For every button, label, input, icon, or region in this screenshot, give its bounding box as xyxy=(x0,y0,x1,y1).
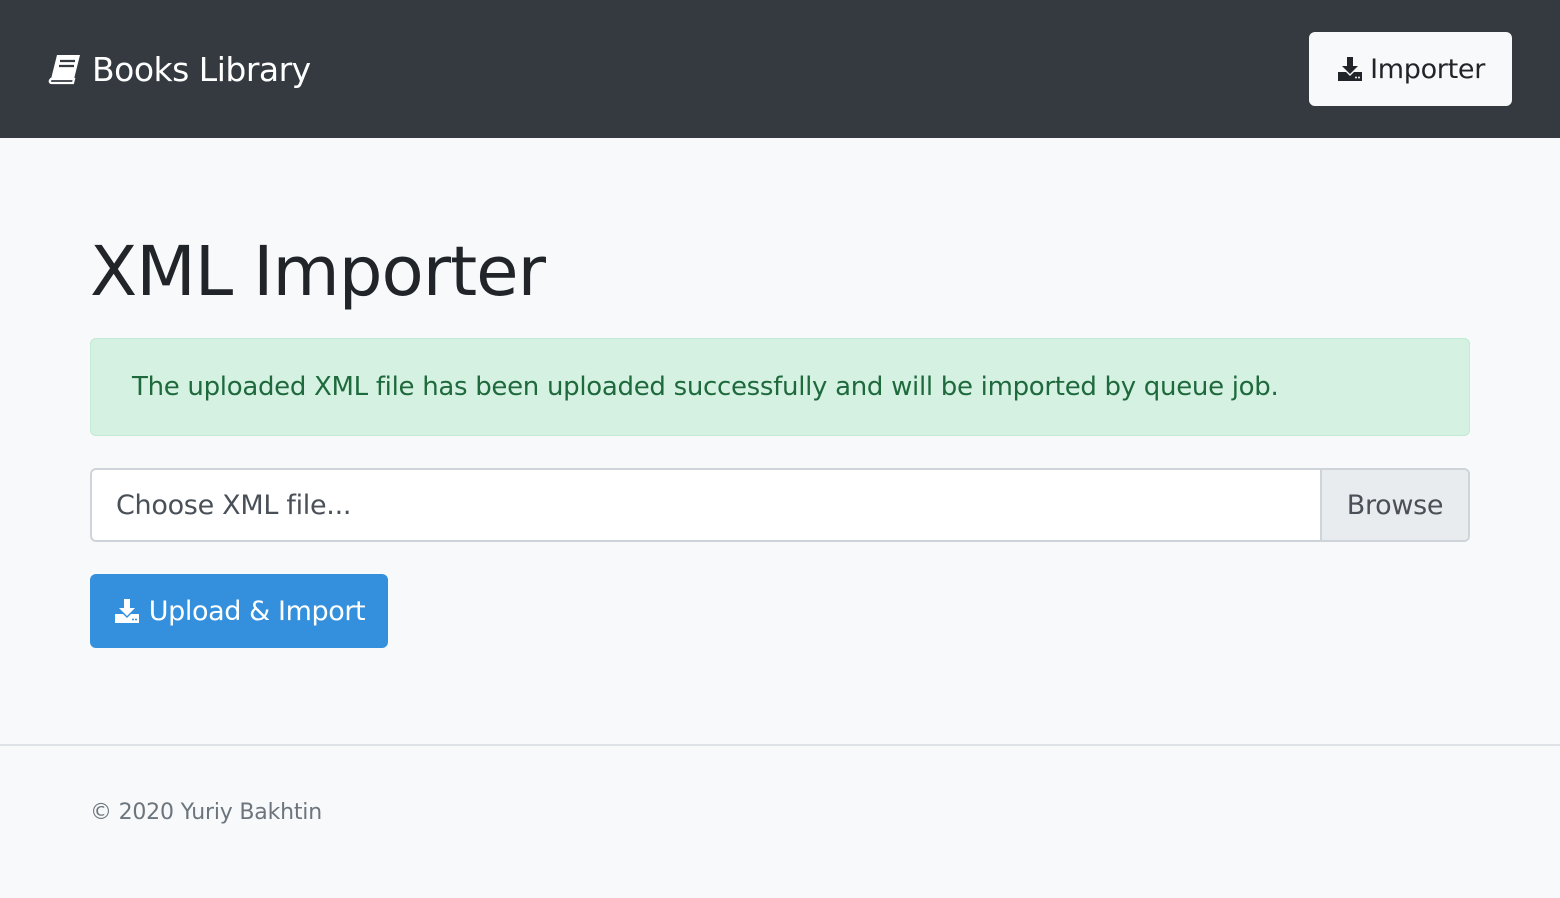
success-alert: The uploaded XML file has been uploaded … xyxy=(90,338,1470,436)
brand-link[interactable]: Books Library xyxy=(48,50,311,89)
copyright-text: © 2020 Yuriy Bakhtin xyxy=(90,800,322,825)
importer-nav-label: Importer xyxy=(1370,53,1485,85)
file-input-placeholder[interactable]: Choose XML file... xyxy=(92,470,1320,540)
importer-nav-button[interactable]: Importer xyxy=(1309,32,1512,106)
xml-file-input[interactable]: Choose XML file... Browse xyxy=(90,468,1470,542)
browse-button[interactable]: Browse xyxy=(1320,470,1468,540)
page-footer: © 2020 Yuriy Bakhtin xyxy=(0,744,1560,898)
brand-label: Books Library xyxy=(92,49,311,89)
upload-import-button[interactable]: Upload & Import xyxy=(90,574,388,648)
page-title: XML Importer xyxy=(90,232,546,312)
download-icon xyxy=(113,597,141,625)
upload-import-label: Upload & Import xyxy=(148,595,366,627)
book-icon xyxy=(48,53,82,85)
top-navbar: Books Library Importer xyxy=(0,0,1560,138)
alert-message: The uploaded XML file has been uploaded … xyxy=(132,372,1279,402)
download-icon xyxy=(1336,55,1364,83)
